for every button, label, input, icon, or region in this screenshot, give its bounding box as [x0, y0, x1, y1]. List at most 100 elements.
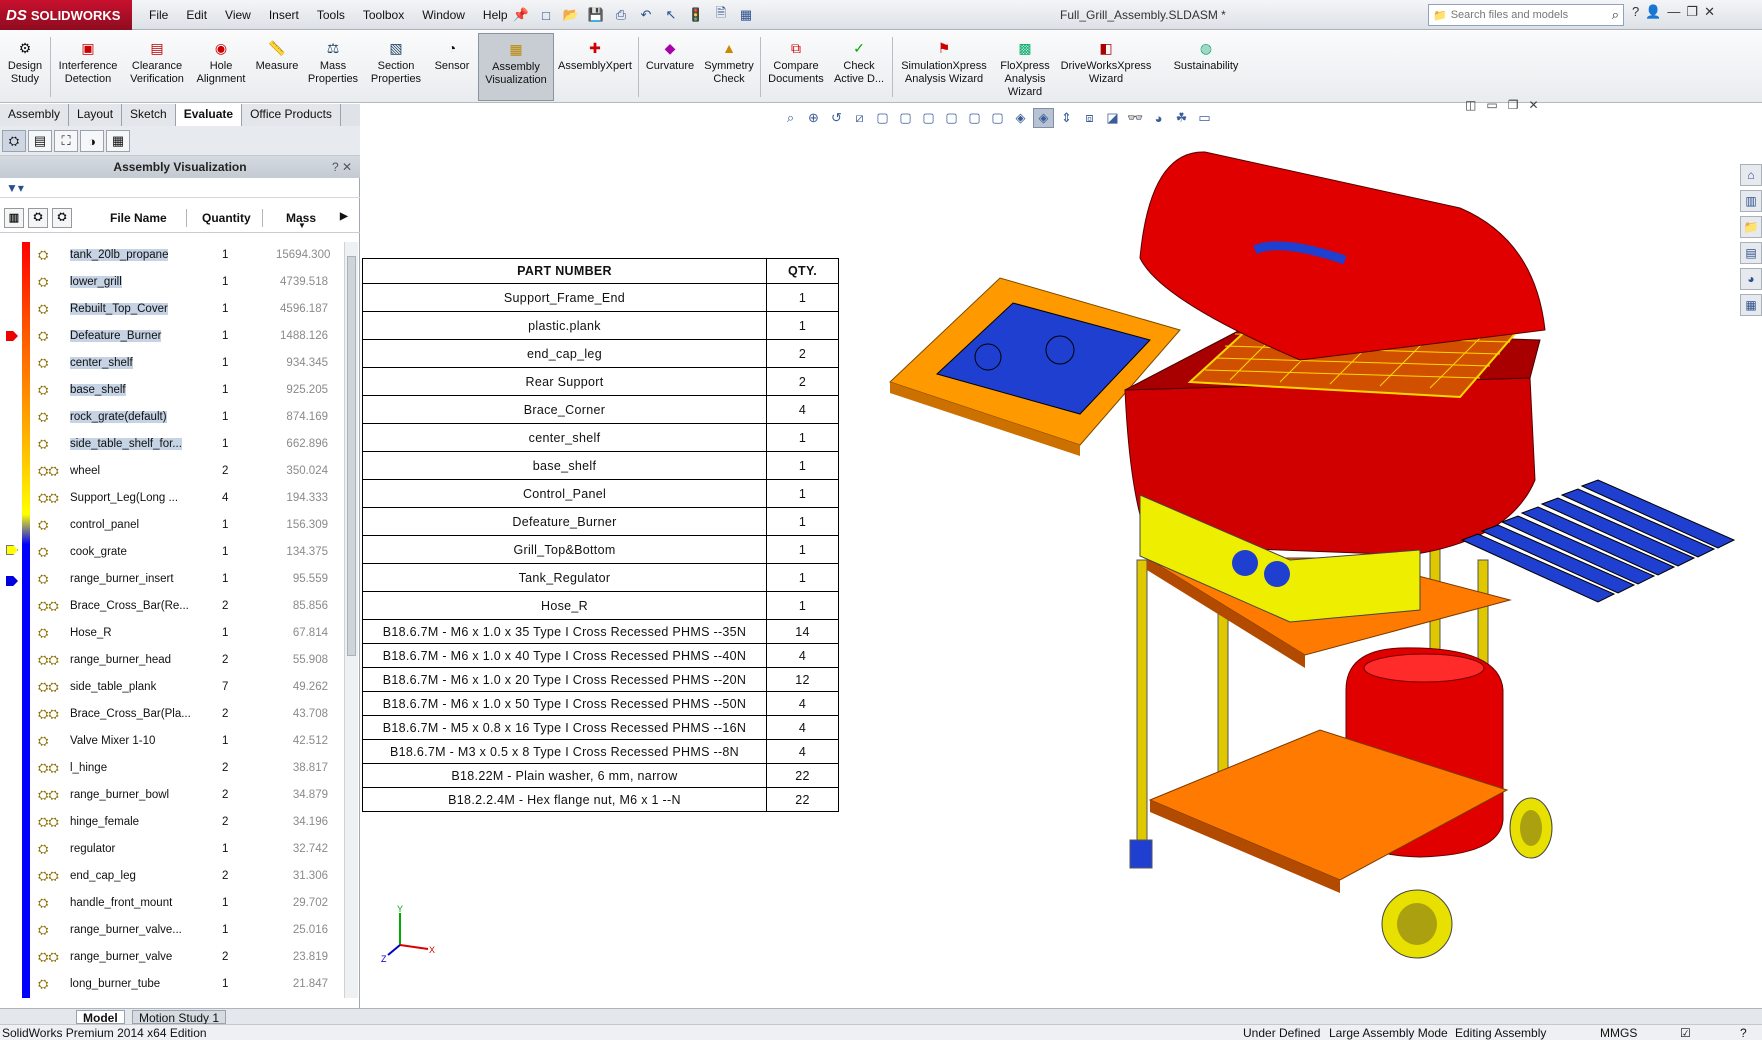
bom-row[interactable]: B18.6.7M - M5 x 0.8 x 16 Type I Cross Re…	[362, 715, 839, 740]
restore-icon[interactable]: ❐	[1686, 4, 1698, 20]
list-item[interactable]: ⛭⛭ wheel 2 350.024	[0, 458, 344, 485]
help-icon[interactable]: ?	[1632, 4, 1639, 20]
bom-row[interactable]: B18.6.7M - M3 x 0.5 x 8 Type I Cross Rec…	[362, 739, 839, 764]
pin-icon[interactable]: 📌	[510, 5, 532, 25]
bom-row[interactable]: B18.22M - Plain washer, 6 mm, narrow 22	[362, 763, 839, 788]
bom-row[interactable]: Rear Support 2	[362, 367, 839, 396]
curvature-button[interactable]: ◆ Curvature	[642, 33, 698, 101]
viewport-close-icon[interactable]: ✕	[1528, 98, 1538, 112]
list-item[interactable]: ⛭⛭ Support_Leg(Long ... 4 194.333	[0, 485, 344, 512]
list-item[interactable]: ⛭⛭ Brace_Cross_Bar(Pla... 2 43.708	[0, 701, 344, 728]
hide-show-items-icon[interactable]: 👓	[1125, 108, 1146, 128]
new-document-icon[interactable]: □	[535, 5, 557, 25]
save-icon[interactable]: 💾	[585, 5, 607, 25]
bom-row[interactable]: B18.6.7M - M6 x 1.0 x 20 Type I Cross Re…	[362, 667, 839, 692]
compare-documents-button[interactable]: ⧉ Compare Documents	[764, 33, 828, 101]
list-item[interactable]: ⛭ Defeature_Burner 1 1488.126	[0, 323, 344, 350]
tab-office-products[interactable]: Office Products	[242, 104, 341, 126]
tab-motion-study-1[interactable]: Motion Study 1	[132, 1010, 227, 1025]
view-left-icon[interactable]: ▢	[918, 108, 939, 128]
viewport-restore-icon[interactable]: ❐	[1508, 98, 1519, 112]
flat-view-icon[interactable]: ▥	[4, 207, 24, 228]
bom-row[interactable]: Brace_Corner 4	[362, 395, 839, 424]
view-isometric-icon[interactable]: ◈	[1010, 108, 1031, 128]
display-style-icon[interactable]: ◪	[1102, 108, 1123, 128]
bom-row[interactable]: B18.6.7M - M6 x 1.0 x 50 Type I Cross Re…	[362, 691, 839, 716]
file-explorer-icon[interactable]: 📁	[1740, 216, 1762, 238]
simulationxpress-button[interactable]: ⚑ SimulationXpress Analysis Wizard	[896, 33, 992, 101]
appearances-icon[interactable]: ◕	[1740, 268, 1762, 290]
nested-view-icon[interactable]: ⛭	[28, 207, 48, 228]
bom-row[interactable]: base_shelf 1	[362, 451, 839, 480]
list-item[interactable]: ⛭⛭ l_hinge 2 38.817	[0, 755, 344, 782]
section-view-icon[interactable]: ⧄	[849, 108, 870, 128]
column-quantity[interactable]: Quantity	[202, 211, 251, 225]
list-item[interactable]: ⛭⛭ range_burner_bowl 2 34.879	[0, 782, 344, 809]
tab-assembly[interactable]: Assembly	[0, 104, 70, 126]
print-icon[interactable]: ⎙	[610, 5, 632, 25]
list-item[interactable]: ⛭ center_shelf 1 934.345	[0, 350, 344, 377]
measure-button[interactable]: 📏 Measure	[252, 33, 302, 101]
tab-sketch[interactable]: Sketch	[122, 104, 176, 126]
sustainability-button[interactable]: ◍ Sustainability	[1164, 33, 1248, 101]
view-settings-icon[interactable]: ▭	[1194, 108, 1215, 128]
scrollbar-thumb[interactable]	[347, 256, 356, 656]
configuration-manager-icon[interactable]: ⛶	[54, 130, 78, 152]
view-palette-icon[interactable]: ▤	[1740, 242, 1762, 264]
floxpress-button[interactable]: ▩ FloXpress Analysis Wizard	[994, 33, 1056, 101]
user-icon[interactable]: 👤	[1645, 4, 1661, 20]
list-item[interactable]: ⛭ range_burner_insert 1 95.559	[0, 566, 344, 593]
list-item[interactable]: ⛭ base_shelf 1 925.205	[0, 377, 344, 404]
view-back-icon[interactable]: ▢	[895, 108, 916, 128]
close-icon[interactable]: ✕	[1704, 4, 1715, 20]
feature-tree-icon[interactable]: ⛭	[2, 130, 26, 152]
file-properties-icon[interactable]: 🗎	[710, 5, 732, 25]
minimize-icon[interactable]: —	[1667, 4, 1680, 20]
list-item[interactable]: ⛭⛭ end_cap_leg 2 31.306	[0, 863, 344, 890]
list-item[interactable]: ⛭ lower_grill 1 4739.518	[0, 269, 344, 296]
column-separator[interactable]	[186, 209, 187, 227]
menu-toolbox[interactable]: Toolbox	[354, 8, 413, 22]
bom-row[interactable]: Defeature_Burner 1	[362, 507, 839, 536]
list-item[interactable]: ⛭⛭ range_burner_head 2 55.908	[0, 647, 344, 674]
group-view-icon[interactable]: ⛭	[52, 207, 72, 228]
list-item[interactable]: ⛭ Hose_R 1 67.814	[0, 620, 344, 647]
list-item[interactable]: ⛭⛭ side_table_plank 7 49.262	[0, 674, 344, 701]
column-separator[interactable]	[262, 209, 263, 227]
list-item[interactable]: ⛭ cook_grate 1 134.375	[0, 539, 344, 566]
list-item[interactable]: ⛭ tank_20lb_propane 1 15694.300	[0, 242, 344, 269]
list-item[interactable]: ⛭ Rebuilt_Top_Cover 1 4596.187	[0, 296, 344, 323]
bom-row[interactable]: Control_Panel 1	[362, 479, 839, 508]
zoom-to-area-icon[interactable]: ⊕	[803, 108, 824, 128]
tab-evaluate[interactable]: Evaluate	[175, 104, 243, 126]
list-item[interactable]: ⛭ side_table_shelf_for... 1 662.896	[0, 431, 344, 458]
bom-row[interactable]: Tank_Regulator 1	[362, 563, 839, 592]
bom-row[interactable]: center_shelf 1	[362, 423, 839, 452]
list-item[interactable]: ⛭ Valve Mixer 1-10 1 42.512	[0, 728, 344, 755]
display-manager-icon[interactable]: ◑	[80, 130, 104, 152]
list-item[interactable]: ⛭⛭ Brace_Cross_Bar(Re... 2 85.856	[0, 593, 344, 620]
bom-row[interactable]: B18.2.2.4M - Hex flange nut, M6 x 1 --N 2…	[362, 787, 839, 812]
bom-row[interactable]: B18.6.7M - M6 x 1.0 x 40 Type I Cross Re…	[362, 643, 839, 668]
bom-row[interactable]: Support_Frame_End 1	[362, 283, 839, 312]
search-box[interactable]: 📁 Search files and models ⌕	[1428, 4, 1624, 26]
view-bottom-icon[interactable]: ▢	[987, 108, 1008, 128]
check-active-document-button[interactable]: ✓ Check Active D...	[830, 33, 888, 101]
design-library-icon[interactable]: ▥	[1740, 190, 1762, 212]
view-dimetric-icon[interactable]: ⇕	[1056, 108, 1077, 128]
list-item[interactable]: ⛭⛭ hinge_female 2 34.196	[0, 809, 344, 836]
filter-icon[interactable]: ▼▾	[6, 181, 24, 195]
search-icon[interactable]: ⌕	[1612, 7, 1619, 23]
list-item[interactable]: ⛭⛭ range_burner_valve 2 23.819	[0, 944, 344, 971]
list-item[interactable]: ⛭ range_burner_valve... 1 25.016	[0, 917, 344, 944]
view-orientation-icon[interactable]: ⧈	[1079, 108, 1100, 128]
rebuild-status-icon[interactable]: ☑	[1680, 1026, 1691, 1040]
assemblyxpert-button[interactable]: ✚ AssemblyXpert	[556, 33, 634, 101]
clearance-verification-button[interactable]: ▤ Clearance Verification	[124, 33, 190, 101]
select-icon[interactable]: ↖	[660, 5, 682, 25]
menu-view[interactable]: View	[216, 8, 260, 22]
viewport-split-icon[interactable]: ◫	[1465, 98, 1476, 112]
section-properties-button[interactable]: ▧ Section Properties	[364, 33, 428, 101]
panel-help-close-icons[interactable]: ? ✕	[332, 156, 352, 178]
zoom-to-fit-icon[interactable]: ⌕	[780, 108, 801, 128]
